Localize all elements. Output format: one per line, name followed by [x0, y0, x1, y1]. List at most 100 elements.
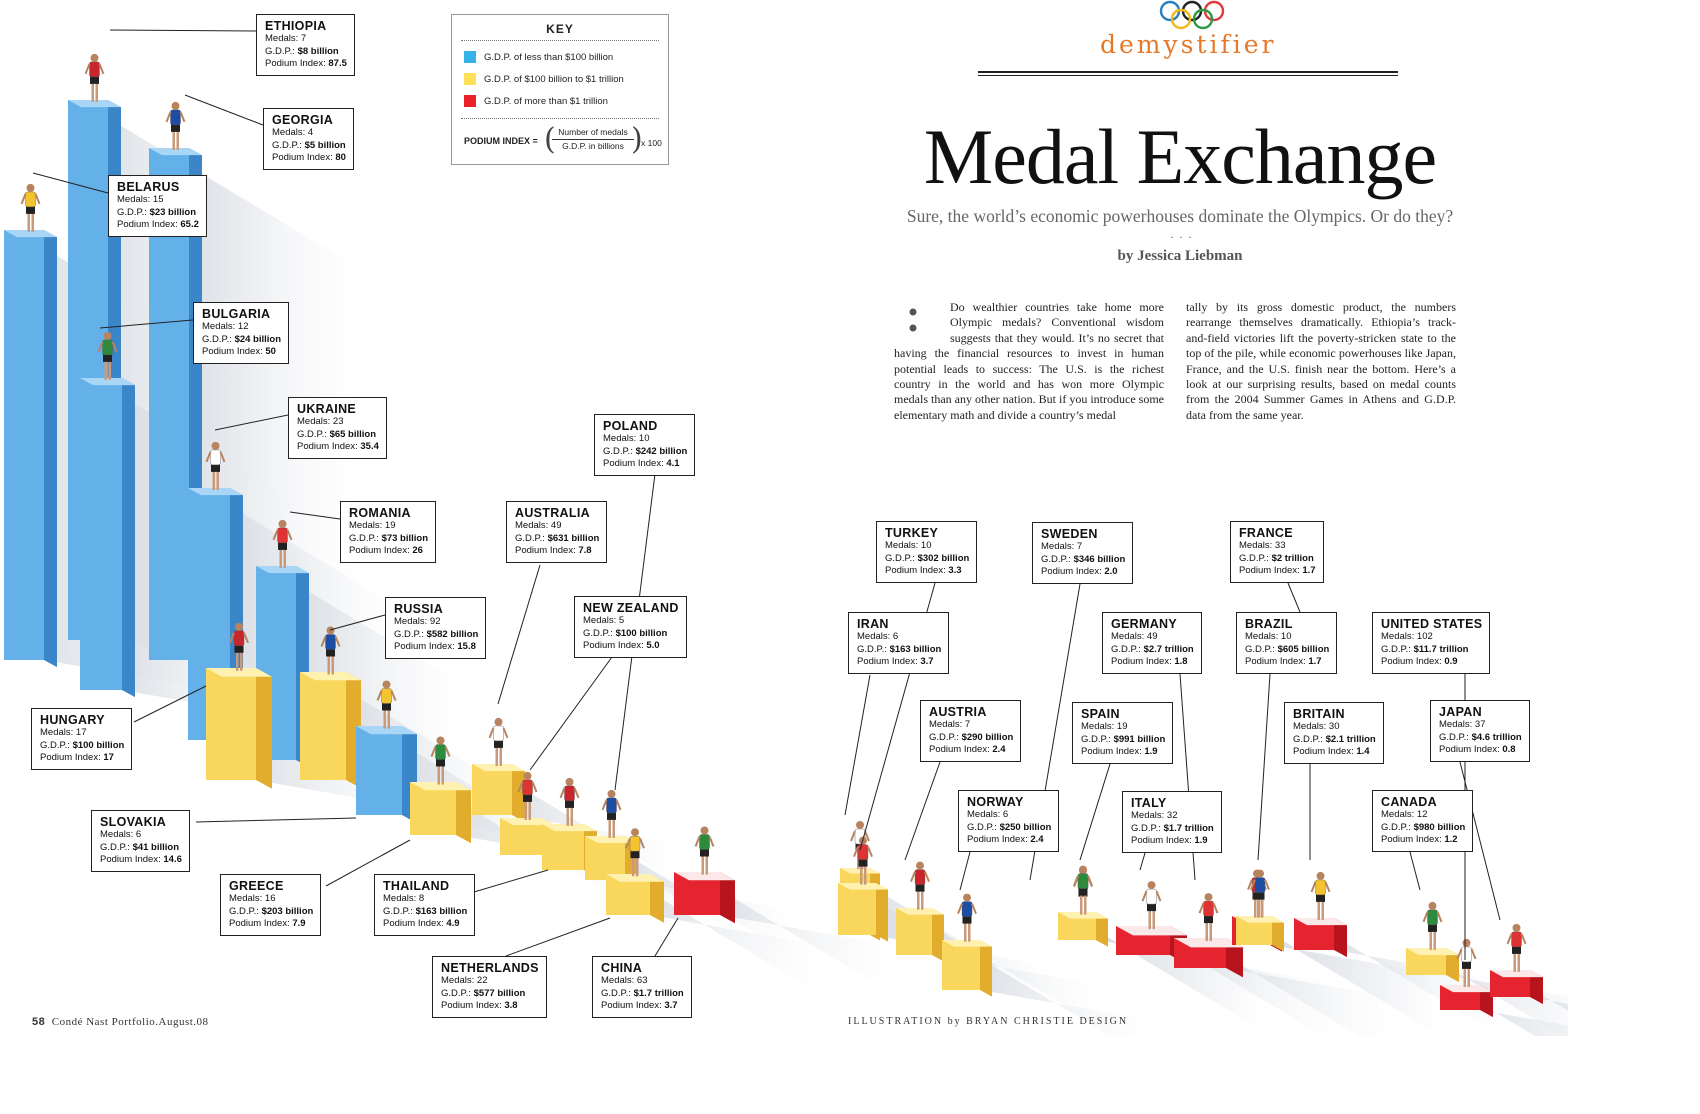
bullet-dots-icon: [909, 308, 917, 332]
podium-index-row: Podium Index: 5.0: [583, 640, 660, 652]
country-label-russia: RUSSIA Medals: 92 G.D.P.: $582 billion Podi…: [385, 597, 487, 659]
country-name: CANADA: [1381, 795, 1437, 809]
country-name: BRAZIL: [1245, 617, 1293, 631]
country-label-canada: CANADA Medals: 12 G.D.P.: $980 billion Podi…: [1372, 790, 1474, 852]
country-label-belarus: BELARUS Medals: 15 G.D.P.: $23 billion Podi…: [108, 175, 207, 237]
leader-line: [1257, 673, 1271, 861]
country-name: ROMANIA: [349, 506, 411, 520]
key-item-blue: G.D.P. of less than $100 billion: [464, 51, 613, 63]
podium-index-row: Podium Index: 4.1: [603, 458, 680, 470]
country-label-georgia: GEORGIA Medals: 4 G.D.P.: $5 billion Podium…: [263, 108, 354, 170]
podium-index-row: Podium Index: 80: [272, 152, 346, 164]
medals-row: Medals: 33: [1239, 540, 1286, 551]
podium-index-row: Podium Index: 0.8: [1439, 744, 1516, 756]
gdp-row: G.D.P.: $24 billion: [202, 333, 282, 345]
podium-index-row: Podium Index: 1.9: [1131, 835, 1208, 847]
gdp-row: G.D.P.: $991 billion: [1081, 733, 1166, 745]
gdp-row: G.D.P.: $2.1 trillion: [1293, 733, 1376, 745]
color-key: KEY G.D.P. of less than $100 billion G.D…: [451, 14, 669, 165]
country-label-norway: NORWAY Medals: 6 G.D.P.: $250 billion Podiu…: [958, 790, 1060, 852]
medals-row: Medals: 8: [383, 893, 425, 904]
podium-index-row: Podium Index: 2.4: [967, 834, 1044, 846]
country-name: IRAN: [857, 617, 889, 631]
athlete-figure-icon: [957, 893, 977, 942]
article-dek: Sure, the world’s economic powerhouses d…: [906, 206, 1454, 226]
medals-row: Medals: 17: [40, 727, 87, 738]
gdp-row: G.D.P.: $4.6 trillion: [1439, 731, 1522, 743]
gdp-row: G.D.P.: $1.7 trillion: [1131, 822, 1214, 834]
leader-line: [959, 851, 971, 891]
athlete-figure-icon: [1073, 865, 1093, 914]
key-item-red: G.D.P. of more than $1 trillion: [464, 95, 608, 107]
athlete-figure-icon: [1506, 923, 1527, 972]
country-name: FRANCE: [1239, 526, 1293, 540]
country-label-poland: POLAND Medals: 10 G.D.P.: $242 billion Podi…: [594, 414, 696, 476]
country-name: ETHIOPIA: [265, 19, 327, 33]
country-label-united-states: UNITED STATES Medals: 102 G.D.P.: $11.7 tr…: [1372, 612, 1491, 674]
country-label-australia: AUSTRALIA Medals: 49 G.D.P.: $631 billion P…: [506, 501, 608, 563]
medals-row: Medals: 32: [1131, 810, 1178, 821]
athlete-figure-icon: [694, 826, 715, 875]
podium-pillar-netherlands: [606, 874, 664, 923]
athlete-figure-icon: [488, 717, 509, 766]
gdp-row: G.D.P.: $577 billion: [441, 987, 526, 999]
country-name: GERMANY: [1111, 617, 1177, 631]
leader-line: [1287, 582, 1301, 613]
athlete-figure-icon: [1141, 881, 1162, 930]
podium-index-row: Podium Index: 3.7: [857, 656, 934, 668]
country-label-britain: BRITAIN Medals: 30 G.D.P.: $2.1 trillion Po…: [1284, 702, 1384, 764]
leader-line: [654, 917, 679, 957]
country-name: RUSSIA: [394, 602, 444, 616]
gdp-row: G.D.P.: $582 billion: [394, 628, 479, 640]
leader-line: [1139, 852, 1146, 871]
podium-index-row: Podium Index: 0.9: [1381, 656, 1458, 668]
country-name: SLOVAKIA: [100, 815, 167, 829]
podium-index-row: Podium Index: 87.5: [265, 58, 347, 70]
podium-index-row: Podium Index: 1.2: [1381, 834, 1458, 846]
leader-line: [473, 869, 549, 893]
podium-pillar-australia: [472, 764, 525, 823]
podium-pillar-norway: [942, 940, 992, 997]
country-name: THAILAND: [383, 879, 450, 893]
medals-row: Medals: 22: [441, 975, 488, 986]
country-name: SWEDEN: [1041, 527, 1098, 541]
medals-row: Medals: 19: [1081, 721, 1128, 732]
podium-index-row: Podium Index: 1.7: [1245, 656, 1322, 668]
body-column-1: Do wealthier countries take home more Ol…: [894, 300, 1164, 422]
body-column-2: tally by its gross domestic product, the…: [1186, 300, 1456, 422]
athlete-figure-icon: [1310, 871, 1331, 920]
header-rule: [978, 71, 1398, 73]
athlete-figure-icon: [165, 101, 186, 150]
podium-index-row: Podium Index: 1.8: [1111, 656, 1188, 668]
country-label-slovakia: SLOVAKIA Medals: 6 G.D.P.: $41 billion Podi…: [91, 810, 190, 872]
gdp-row: G.D.P.: $73 billion: [349, 532, 429, 544]
gdp-row: G.D.P.: $100 billion: [583, 627, 668, 639]
medals-row: Medals: 6: [100, 829, 142, 840]
key-divider: [461, 118, 659, 119]
leader-line: [497, 564, 541, 705]
leader-line: [529, 656, 613, 771]
medals-row: Medals: 12: [1381, 809, 1428, 820]
podium-pillar-belarus: [4, 230, 57, 668]
podium-index-fraction: Number of medals G.D.P. in billions: [552, 126, 634, 153]
country-label-china: CHINA Medals: 63 G.D.P.: $1.7 trillion Podi…: [592, 956, 692, 1018]
country-name: BRITAIN: [1293, 707, 1345, 721]
country-label-thailand: THAILAND Medals: 8 G.D.P.: $163 billion Pod…: [374, 874, 476, 936]
gdp-row: G.D.P.: $11.7 trillion: [1381, 643, 1469, 655]
podium-pillar-slovakia: [356, 726, 417, 824]
podium-index-row: Podium Index: 7.9: [229, 918, 306, 930]
country-label-iran: IRAN Medals: 6 G.D.P.: $163 billion Podium …: [848, 612, 950, 674]
section-rubric: demystifier: [1100, 30, 1277, 59]
country-label-new-zealand: NEW ZEALAND Medals: 5 G.D.P.: $100 billion…: [574, 596, 687, 658]
podium-index-row: Podium Index: 1.7: [1239, 565, 1316, 577]
country-name: POLAND: [603, 419, 658, 433]
podium-index-row: Podium Index: 65.2: [117, 219, 199, 231]
podium-pillar-brazil: [1236, 916, 1284, 952]
gdp-row: G.D.P.: $23 billion: [117, 206, 197, 218]
country-name: NEW ZEALAND: [583, 601, 679, 615]
medals-row: Medals: 10: [885, 540, 932, 551]
country-name: SPAIN: [1081, 707, 1120, 721]
gdp-row: G.D.P.: $5 billion: [272, 139, 346, 151]
country-label-brazil: BRAZIL Medals: 10 G.D.P.: $605 billion Podi…: [1236, 612, 1338, 674]
country-label-spain: SPAIN Medals: 19 G.D.P.: $991 billion Podiu…: [1072, 702, 1174, 764]
